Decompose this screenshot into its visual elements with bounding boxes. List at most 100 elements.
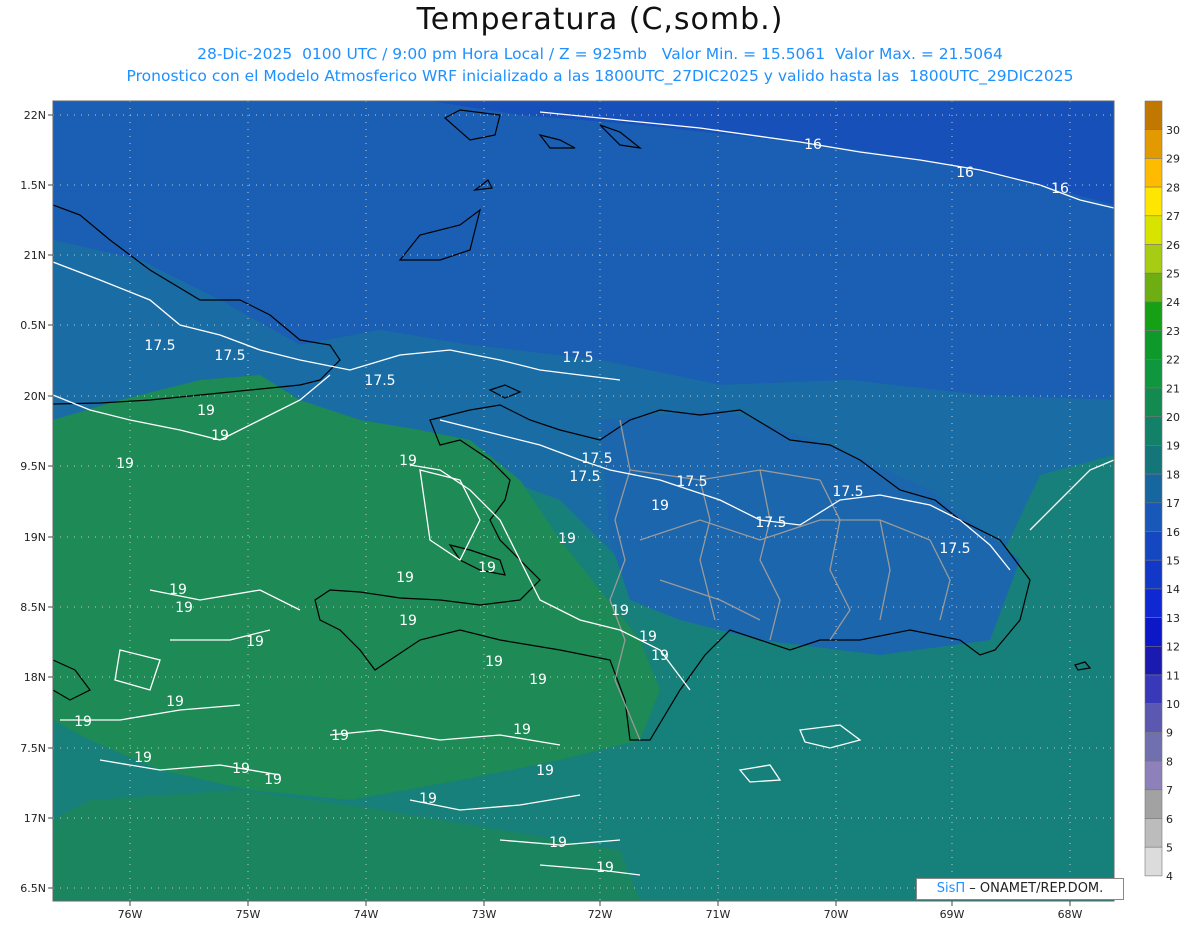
contour-label: 19 (639, 629, 657, 645)
contour-label: 19 (264, 772, 282, 788)
colorbar-label: 12 (1166, 641, 1180, 654)
colorbar-swatch (1144, 158, 1163, 188)
colorbar-swatch (1144, 732, 1163, 762)
longitude-labels: 76W 75W 74W 73W 72W 71W 70W 69W 68W (118, 901, 1083, 921)
colorbar-swatch (1144, 244, 1163, 274)
colorbar-label: 16 (1166, 526, 1180, 539)
contour-label: 19 (246, 634, 264, 650)
colorbar-label: 29 (1166, 153, 1180, 166)
contour-label: 19 (166, 694, 184, 710)
colorbar-label: 5 (1166, 842, 1173, 855)
lat-label: 7.5N (20, 742, 46, 755)
lat-label: 17N (24, 812, 46, 825)
contour-label: 19 (74, 714, 92, 730)
lon-label: 68W (1058, 908, 1083, 921)
colorbar-swatch (1144, 588, 1163, 618)
contour-label: 19 (651, 648, 669, 664)
contour-label: 17.5 (214, 348, 245, 364)
sispi-logo: SisΠ (936, 881, 966, 896)
contour-label: 19 (399, 613, 417, 629)
contour-label: 19 (596, 860, 614, 876)
contour-label: 17.5 (832, 484, 863, 500)
colorbar-swatch (1144, 272, 1163, 303)
lat-label: 1.5N (20, 179, 46, 192)
credit-text: – ONAMET/REP.DOM. (965, 881, 1104, 896)
colorbar-swatch (1144, 703, 1163, 733)
colorbar-label: 7 (1166, 784, 1173, 797)
lon-label: 74W (354, 908, 379, 921)
colorbar-label: 9 (1166, 727, 1173, 740)
contour-label: 17.5 (581, 451, 612, 467)
colorbar-label: 17 (1166, 497, 1180, 510)
lat-label: 18N (24, 671, 46, 684)
colorbar-label: 10 (1166, 698, 1180, 711)
colorbar-label: 26 (1166, 239, 1180, 252)
lon-label: 71W (706, 908, 731, 921)
temperature-field (53, 101, 1114, 901)
contour-label: 19 (485, 654, 503, 670)
contour-label: 19 (478, 560, 496, 576)
colorbar: 30 29 28 27 26 25 24 23 22 21 20 19 18 17 16 15 14 13 12 11… (1144, 100, 1180, 883)
lat-label: 8.5N (20, 601, 46, 614)
lon-label: 70W (824, 908, 849, 921)
colorbar-swatch (1144, 789, 1163, 819)
colorbar-label: 22 (1166, 354, 1180, 367)
colorbar-label: 19 (1166, 440, 1180, 453)
colorbar-swatch (1144, 674, 1163, 705)
lat-label: 19N (24, 531, 46, 544)
colorbar-swatch (1144, 473, 1163, 504)
contour-label: 19 (169, 582, 187, 598)
lon-label: 76W (118, 908, 143, 921)
contour-label: 19 (197, 403, 215, 419)
contour-label: 19 (175, 600, 193, 616)
colorbar-label: 24 (1166, 296, 1180, 309)
lon-label: 75W (236, 908, 261, 921)
colorbar-label: 20 (1166, 411, 1180, 424)
colorbar-label: 13 (1166, 612, 1180, 625)
contour-label: 19 (232, 761, 250, 777)
contour-label: 19 (549, 835, 567, 851)
contour-label: 17.5 (364, 373, 395, 389)
contour-label: 19 (419, 791, 437, 807)
colorbar-swatch (1144, 502, 1163, 532)
contour-label: 19 (134, 750, 152, 766)
colorbar-label: 27 (1166, 210, 1180, 223)
colorbar-label: 28 (1166, 181, 1180, 194)
contour-label: 19 (558, 531, 576, 547)
contour-label: 17.5 (755, 515, 786, 531)
colorbar-label: 30 (1166, 124, 1180, 137)
colorbar-label: 14 (1166, 583, 1180, 596)
colorbar-swatch (1144, 846, 1163, 877)
colorbar-swatch (1144, 818, 1163, 848)
contour-label: 19 (331, 728, 349, 744)
contour-label: 17.5 (939, 541, 970, 557)
colorbar-swatch (1144, 358, 1163, 389)
contour-label: 19 (399, 453, 417, 469)
colorbar-label: 21 (1166, 382, 1180, 395)
colorbar-label: 18 (1166, 468, 1180, 481)
contour-label: 17.5 (144, 338, 175, 354)
latitude-labels: 22N 1.5N 21N 0.5N 20N 9.5N 19N 8.5N 18N 7.5N 17N 6.… (20, 109, 53, 895)
lat-label: 0.5N (20, 319, 46, 332)
teal-region-east (640, 640, 1114, 901)
colorbar-swatch (1144, 445, 1163, 475)
colorbar-swatch (1144, 100, 1163, 131)
colorbar-label: 6 (1166, 813, 1173, 826)
colorbar-swatch (1144, 215, 1163, 245)
contour-label: 17.5 (676, 474, 707, 490)
colorbar-swatch (1144, 617, 1163, 647)
contour-label: 19 (513, 722, 531, 738)
colorbar-label: 8 (1166, 755, 1173, 768)
lat-label: 6.5N (20, 882, 46, 895)
lat-label: 9.5N (20, 460, 46, 473)
lat-label: 21N (24, 249, 46, 262)
lat-label: 22N (24, 109, 46, 122)
colorbar-label: 11 (1166, 669, 1180, 682)
contour-label: 17.5 (562, 350, 593, 366)
colorbar-swatch (1144, 129, 1163, 159)
colorbar-swatch (1144, 760, 1163, 791)
contour-label: 19 (211, 428, 229, 444)
lon-label: 72W (588, 908, 613, 921)
contour-label: 17.5 (569, 469, 600, 485)
contour-label: 16 (1051, 181, 1069, 197)
